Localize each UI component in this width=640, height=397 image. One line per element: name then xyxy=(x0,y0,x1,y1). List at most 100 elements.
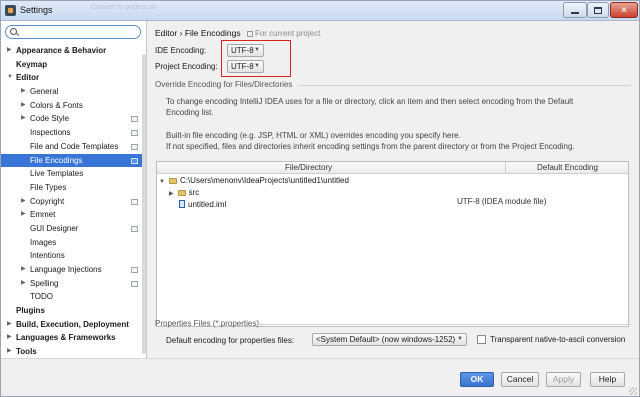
sidebar-item-label: Images xyxy=(30,237,57,247)
sidebar-item-inspections[interactable]: Inspections xyxy=(1,126,146,140)
project-scope-icon xyxy=(131,143,138,150)
collapse-arrow-icon[interactable]: ▼ xyxy=(159,179,165,185)
override-section-title: Override Encoding for Files/Directories xyxy=(155,80,293,89)
help-button[interactable]: Help xyxy=(590,372,625,387)
title-bar[interactable]: Settings Convert to project.sln ✕ xyxy=(1,1,639,21)
page-title: File Encodings xyxy=(184,28,241,38)
sidebar-item-general[interactable]: ▶ General xyxy=(1,85,146,99)
sidebar-item-file-encodings[interactable]: File Encodings xyxy=(1,153,146,168)
settings-sidebar: ▶ Appearance & Behavior Keymap ▼ Editor ▶ Gene… xyxy=(1,21,147,358)
sidebar-item-label: TODO xyxy=(30,292,53,302)
sidebar-item-file-and-code-templates[interactable]: File and Code Templates xyxy=(1,140,146,154)
sidebar-item-label: General xyxy=(30,87,59,97)
file-encodings-panel: Editor › File Encodings For current proj… xyxy=(148,21,639,358)
settings-window: Settings Convert to project.sln ✕ ▶ Appea… xyxy=(0,0,640,397)
column-divider[interactable] xyxy=(505,162,506,174)
expand-arrow-icon[interactable]: ▶ xyxy=(7,331,12,345)
table-row[interactable]: ▼ C:\Users\menonv\IdeaProjects\untitled1\… xyxy=(159,175,349,187)
sidebar-item-label: Tools xyxy=(16,347,37,357)
expand-arrow-icon[interactable]: ▶ xyxy=(21,112,26,126)
project-scope-icon xyxy=(131,198,138,205)
apply-button[interactable]: Apply xyxy=(546,372,581,387)
column-header-file[interactable]: File/Directory xyxy=(285,163,332,172)
table-row[interactable]: untitled.iml xyxy=(179,199,226,211)
background-window-title: Convert to project.sln xyxy=(91,4,158,11)
sidebar-item-label: Editor xyxy=(16,73,40,83)
expand-arrow-icon[interactable]: ▶ xyxy=(21,277,26,291)
sidebar-item-label: File and Code Templates xyxy=(30,141,119,151)
settings-search-input[interactable] xyxy=(5,25,141,39)
dialog-footer: OK Cancel Apply Help xyxy=(1,358,639,396)
sidebar-item-build-execution-deployment[interactable]: ▶ Build, Execution, Deployment xyxy=(1,318,146,332)
sidebar-item-label: Languages & Frameworks xyxy=(16,333,116,343)
project-scope-label: For current project xyxy=(254,29,321,38)
sidebar-item-appearance-behavior[interactable]: ▶ Appearance & Behavior xyxy=(1,44,146,58)
properties-section-title: Properties Files (*.properties) xyxy=(155,319,260,328)
project-scope-icon xyxy=(131,225,138,232)
sidebar-item-label: Language Injections xyxy=(30,265,102,274)
hint-text-1: To change encoding IntelliJ IDEA uses fo… xyxy=(166,97,574,106)
file-encoding-cell[interactable]: UTF-8 (IDEA module file) xyxy=(457,197,546,206)
sidebar-item-copyright[interactable]: ▶ Copyright xyxy=(1,195,146,209)
sidebar-item-label: File Types xyxy=(30,182,67,192)
cancel-button[interactable]: Cancel xyxy=(501,372,539,387)
collapse-arrow-icon[interactable]: ▼ xyxy=(7,71,13,85)
sidebar-item-intentions[interactable]: Intentions xyxy=(1,249,146,263)
hint-text-3: Built-in file encoding (e.g. JSP, HTML o… xyxy=(166,131,461,140)
sidebar-item-gui-designer[interactable]: GUI Designer xyxy=(1,222,146,236)
sidebar-item-todo[interactable]: TODO xyxy=(1,290,146,304)
sidebar-scrollbar[interactable] xyxy=(142,54,146,354)
breadcrumb-separator: › xyxy=(179,28,183,38)
section-divider xyxy=(298,85,631,86)
table-row[interactable]: ▶ src xyxy=(169,187,199,199)
project-scope-icon xyxy=(131,116,138,123)
expand-arrow-icon[interactable]: ▶ xyxy=(7,345,12,358)
project-scope-icon xyxy=(131,157,138,164)
sidebar-item-label: File Encodings xyxy=(30,155,83,165)
expand-arrow-icon[interactable]: ▶ xyxy=(169,191,174,197)
breadcrumb: Editor › File Encodings For current proj… xyxy=(155,28,320,38)
search-icon xyxy=(10,28,17,35)
expand-arrow-icon[interactable]: ▶ xyxy=(7,318,12,332)
sidebar-item-colors-fonts[interactable]: ▶ Colors & Fonts xyxy=(1,99,146,113)
properties-encoding-value: <System Default> (now windows-1252) xyxy=(316,335,456,344)
sidebar-item-languages-frameworks[interactable]: ▶ Languages & Frameworks xyxy=(1,331,146,345)
module-file-icon xyxy=(179,200,185,208)
expand-arrow-icon[interactable]: ▶ xyxy=(21,99,26,113)
minimize-button[interactable] xyxy=(563,2,587,18)
sidebar-item-images[interactable]: Images xyxy=(1,236,146,250)
transparent-conversion-label[interactable]: Transparent native-to-ascii conversion xyxy=(490,335,625,344)
sidebar-item-label: Plugins xyxy=(16,306,45,316)
sidebar-item-label: Intentions xyxy=(30,251,65,261)
expand-arrow-icon[interactable]: ▶ xyxy=(21,195,26,209)
sidebar-item-keymap[interactable]: Keymap xyxy=(1,58,146,72)
intellij-app-icon xyxy=(5,5,16,16)
transparent-conversion-checkbox[interactable] xyxy=(477,335,486,344)
sidebar-item-label: Colors & Fonts xyxy=(30,100,83,110)
sidebar-item-emmet[interactable]: ▶ Emmet xyxy=(1,208,146,222)
properties-encoding-select[interactable]: <System Default> (now windows-1252) ▼ xyxy=(312,333,467,346)
chevron-down-icon: ▼ xyxy=(457,336,463,342)
expand-arrow-icon[interactable]: ▶ xyxy=(21,208,26,222)
sidebar-item-spelling[interactable]: ▶ Spelling xyxy=(1,277,146,291)
sidebar-item-live-templates[interactable]: Live Templates xyxy=(1,167,146,181)
sidebar-item-label: Code Style xyxy=(30,114,70,124)
folder-icon xyxy=(168,178,177,184)
ok-button[interactable]: OK xyxy=(460,372,494,387)
expand-arrow-icon[interactable]: ▶ xyxy=(21,85,26,99)
sidebar-item-label: Appearance & Behavior xyxy=(16,46,107,55)
sidebar-item-label: Inspections xyxy=(30,128,71,138)
maximize-button[interactable] xyxy=(587,2,609,18)
column-header-encoding[interactable]: Default Encoding xyxy=(537,163,598,172)
sidebar-item-language-injections[interactable]: ▶ Language Injections xyxy=(1,263,146,277)
close-button[interactable]: ✕ xyxy=(610,2,638,18)
sidebar-item-editor[interactable]: ▼ Editor xyxy=(1,71,146,85)
sidebar-item-file-types[interactable]: File Types xyxy=(1,181,146,195)
resize-grip-icon[interactable] xyxy=(629,387,637,395)
sidebar-item-plugins[interactable]: Plugins xyxy=(1,304,146,318)
sidebar-item-code-style[interactable]: ▶ Code Style xyxy=(1,112,146,126)
sidebar-item-tools[interactable]: ▶ Tools xyxy=(1,345,146,358)
expand-arrow-icon[interactable]: ▶ xyxy=(7,44,12,58)
project-scope-icon xyxy=(246,31,253,37)
expand-arrow-icon[interactable]: ▶ xyxy=(21,263,26,277)
